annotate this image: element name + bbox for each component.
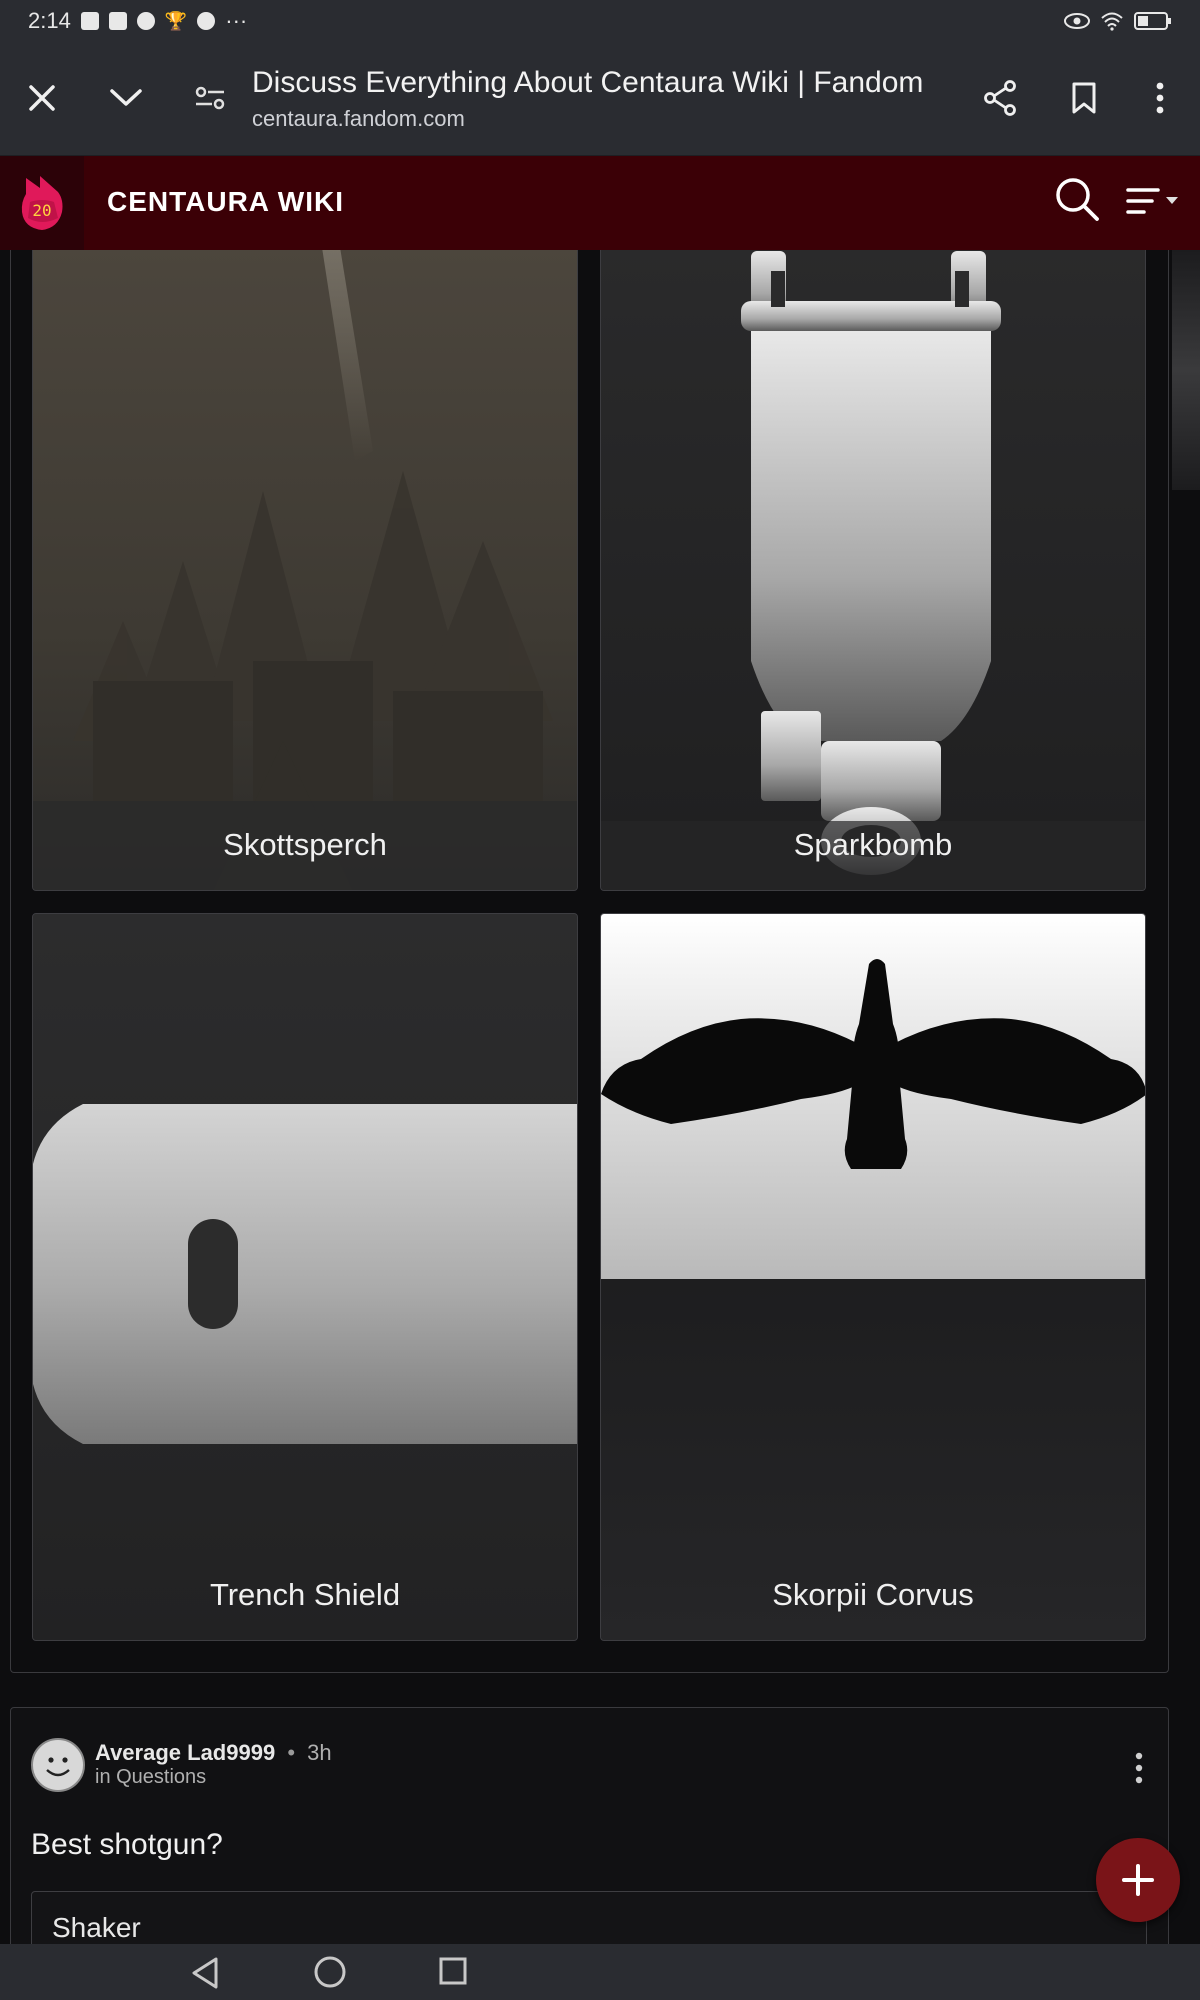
chevron-down-icon	[110, 89, 142, 106]
facebook-icon	[108, 12, 127, 30]
browser-toolbar: Discuss Everything About Centaura Wiki |…	[0, 42, 1200, 156]
bookmark-button[interactable]	[1054, 68, 1114, 128]
poll-option[interactable]: Shaker	[31, 1891, 1147, 1944]
background-image	[1172, 250, 1200, 490]
poll-option-label: Shaker	[52, 1912, 141, 1943]
status-time: 2:14	[28, 8, 71, 33]
sparkbomb-image	[601, 250, 1145, 890]
meta-separator: •	[287, 1740, 296, 1765]
post-options-button[interactable]	[1129, 1748, 1149, 1788]
plus-icon	[1122, 1864, 1154, 1896]
bookmark-icon	[1072, 82, 1096, 114]
chrome-icon	[197, 12, 216, 30]
recents-square-icon	[439, 1957, 467, 1985]
card-label: Skottsperch	[223, 827, 387, 862]
post-title[interactable]: Best shotgun?	[31, 1828, 223, 1862]
nav-back-button[interactable]	[188, 1956, 228, 1990]
battery-icon	[1134, 12, 1171, 30]
status-overflow: ···	[225, 8, 248, 33]
close-icon	[29, 85, 55, 111]
share-button[interactable]	[970, 68, 1030, 128]
smiley-avatar-icon	[46, 1757, 70, 1777]
card-label: Trench Shield	[209, 1577, 401, 1612]
search-button[interactable]	[1054, 176, 1110, 232]
nav-home-button[interactable]	[312, 1954, 352, 1992]
gallery-card-skottsperch[interactable]: Skottsperch	[32, 250, 578, 891]
skottsperch-image	[33, 250, 577, 890]
more-vert-icon	[1156, 82, 1164, 114]
close-tab-button[interactable]	[12, 68, 72, 128]
page-url: centaura.fandom.com	[252, 106, 465, 131]
share-icon	[984, 80, 1016, 116]
create-post-button[interactable]	[1096, 1838, 1180, 1922]
trench-shield-image	[33, 914, 577, 1640]
system-nav-bar	[0, 1944, 1200, 2000]
more-vert-icon	[1135, 1752, 1143, 1784]
status-bar: 2:14 🏆 ···	[0, 0, 1200, 42]
card-label: Skorpii Corvus	[772, 1577, 974, 1612]
wiki-header: 20 CENTAURA WIKI	[0, 156, 1200, 250]
post-card[interactable]: Average Lad9999 • 3h in Questions Best s…	[10, 1707, 1169, 1944]
post-time: 3h	[307, 1740, 332, 1765]
wiki-name[interactable]: CENTAURA WIKI	[107, 186, 344, 218]
more-menu-button[interactable]	[1130, 68, 1190, 128]
discussion-feed[interactable]: Skottsperch Sparkbomb Trench Shield Skor…	[0, 250, 1200, 1944]
tune-icon	[195, 86, 225, 110]
post-author[interactable]: Average Lad9999	[95, 1740, 275, 1765]
wifi-icon	[1101, 12, 1123, 31]
search-icon	[1056, 178, 1099, 221]
facebook-icon	[80, 12, 99, 30]
nav-recents-button[interactable]	[438, 1956, 472, 1990]
fandom-flame-icon: 20	[21, 176, 63, 230]
page-title: Discuss Everything About Centaura Wiki |…	[252, 66, 924, 99]
skorpii-corvus-image	[601, 914, 1145, 1640]
logo-badge: 20	[32, 201, 51, 220]
card-label: Sparkbomb	[793, 827, 953, 862]
eye-icon	[1064, 13, 1090, 29]
gallery-card-trench-shield[interactable]: Trench Shield	[32, 913, 578, 1641]
site-settings-button[interactable]	[180, 68, 240, 128]
trophy-icon: 🏆	[164, 10, 188, 31]
minimize-button[interactable]	[96, 68, 156, 128]
home-circle-icon	[314, 1956, 346, 1988]
chrome-icon	[136, 12, 155, 30]
menu-icon	[1126, 188, 1178, 214]
gallery-card-skorpii-corvus[interactable]: Skorpii Corvus	[600, 913, 1146, 1641]
fandom-logo[interactable]: 20	[0, 156, 84, 250]
back-triangle-icon	[192, 1957, 218, 1989]
avatar[interactable]	[31, 1738, 85, 1792]
wiki-menu-button[interactable]	[1126, 186, 1186, 226]
gallery-card-sparkbomb[interactable]: Sparkbomb	[600, 250, 1146, 891]
post-category[interactable]: in Questions	[95, 1766, 206, 1789]
